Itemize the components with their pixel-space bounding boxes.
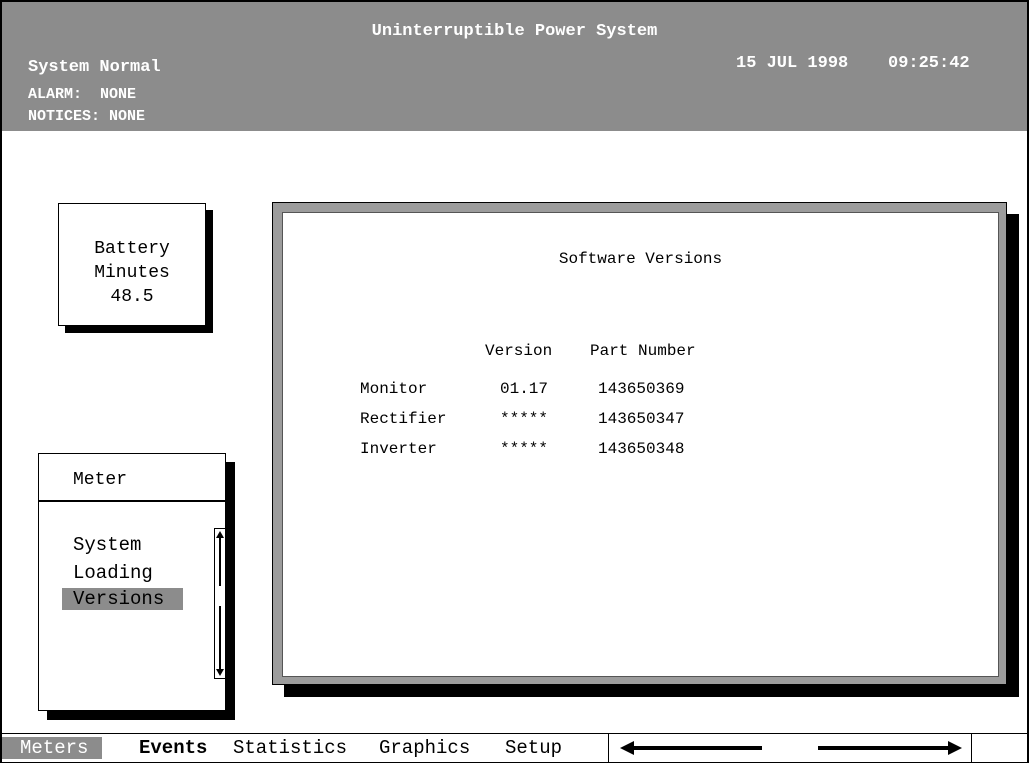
row-version-inverter: ***** <box>500 440 549 458</box>
date-readout: 15 JUL 1998 <box>736 54 849 73</box>
software-versions-window: Software Versions Version Part Number Mo… <box>272 202 1007 685</box>
battery-label-line2: Minutes <box>94 263 170 283</box>
battery-label-line1: Battery <box>94 239 170 259</box>
time-readout: 09:25:42 <box>888 54 970 73</box>
nav-separator-right <box>971 734 972 762</box>
window-title: Software Versions <box>558 250 723 268</box>
alarm-status: ALARM: NONE <box>28 86 137 103</box>
battery-minutes-value: 48.5 <box>110 287 154 307</box>
nav-statistics[interactable]: Statistics <box>233 737 347 759</box>
row-name-rectifier: Rectifier <box>360 410 447 428</box>
row-part-inverter: 143650348 <box>598 440 685 458</box>
meter-panel-title: Meter <box>73 470 128 490</box>
row-version-monitor: 01.17 <box>500 380 549 398</box>
scrollbar-arrows-icon <box>216 531 224 676</box>
column-header-version: Version <box>485 342 553 360</box>
meter-scrollbar[interactable] <box>214 528 226 679</box>
row-version-rectifier: ***** <box>500 410 549 428</box>
row-part-monitor: 143650369 <box>598 380 685 398</box>
row-name-inverter: Inverter <box>360 440 437 458</box>
nav-meters[interactable]: Meters <box>2 737 103 759</box>
row-name-monitor: Monitor <box>360 380 428 398</box>
nav-events[interactable]: Events <box>139 737 207 759</box>
nav-graphics[interactable]: Graphics <box>379 737 470 759</box>
system-status: System Normal <box>28 58 161 77</box>
meter-menu-panel: Meter System Loading Versions <box>38 453 226 711</box>
meter-item-system[interactable]: System <box>73 534 141 556</box>
software-versions-content: Software Versions Version Part Number Mo… <box>282 212 999 677</box>
meter-item-loading[interactable]: Loading <box>73 562 153 584</box>
app-title: Uninterruptible Power System <box>371 22 658 41</box>
meter-panel-divider <box>39 500 225 502</box>
notices-status: NOTICES: NONE <box>28 108 146 125</box>
battery-minutes-box: Battery Minutes 48.5 <box>58 203 206 326</box>
meter-item-versions[interactable]: Versions <box>62 588 183 610</box>
column-header-part-number: Part Number <box>590 342 696 360</box>
nav-setup[interactable]: Setup <box>505 737 562 759</box>
scroll-arrows-icon[interactable] <box>610 734 970 762</box>
nav-separator <box>608 734 609 762</box>
bottom-nav-bar: Meters Events Statistics Graphics Setup <box>2 733 1027 762</box>
screen-frame: Uninterruptible Power System System Norm… <box>0 0 1029 763</box>
header-bar: Uninterruptible Power System System Norm… <box>2 2 1027 131</box>
row-part-rectifier: 143650347 <box>598 410 685 428</box>
